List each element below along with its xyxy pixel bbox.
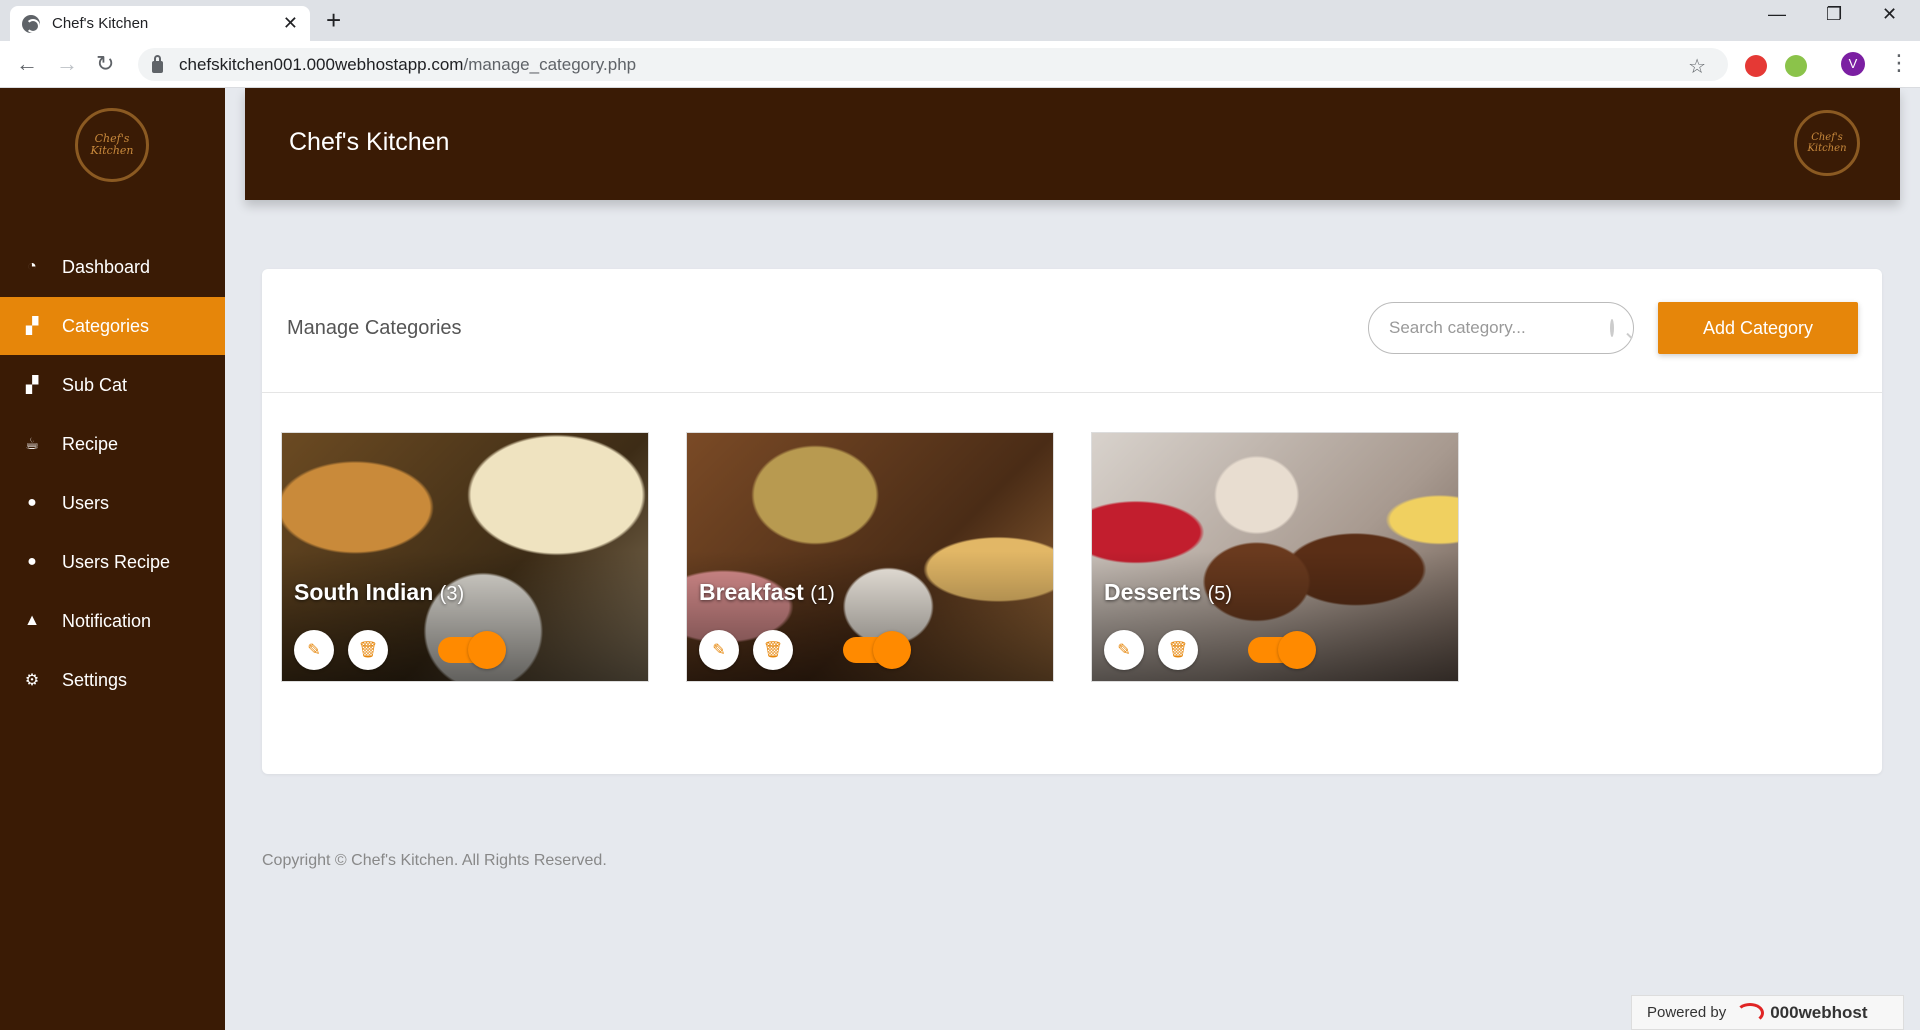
trash-icon[interactable]: 🗑 (348, 630, 388, 670)
sidebar-item-users[interactable]: ● Users (0, 474, 225, 532)
sidebar-item-label: Recipe (62, 433, 119, 454)
tile-actions: ✎ 🗑 (1104, 630, 1316, 670)
logo-text: Chef's (1811, 132, 1843, 143)
status-toggle[interactable] (843, 631, 911, 669)
sidebar-item-label: Users Recipe (62, 551, 171, 572)
sidebar-item-sub-cat[interactable]: ▞ Sub Cat (0, 356, 225, 414)
sidebar: Chef's Kitchen ◔ Dashboard ▞ Categories … (0, 88, 225, 1030)
tile-actions: ✎ 🗑 (699, 630, 911, 670)
category-count: (1) (810, 583, 835, 605)
powered-by-badge[interactable]: Powered by 000webhost (1631, 995, 1904, 1030)
browser-tab[interactable]: Chef's Kitchen ✕ (10, 6, 310, 41)
address-bar: ← → ↻ chefskitchen001.000webhostapp.com … (0, 41, 1920, 88)
edit-icon[interactable]: ✎ (699, 630, 739, 670)
forward-icon[interactable]: → (56, 51, 78, 77)
search-input[interactable] (1389, 318, 1610, 338)
category-count: (3) (439, 583, 465, 605)
copyright-text: Copyright © Chef's Kitchen. All Rights R… (262, 852, 607, 869)
category-grid: South Indian (3) ✎ 🗑 Breakfast (1) ✎ 🗑 D… (281, 432, 1459, 682)
sidebar-item-label: Users (62, 492, 110, 513)
url-host: chefskitchen001.000webhostapp.com (179, 54, 464, 74)
dashboard-icon: ◔ (27, 258, 37, 275)
url-field[interactable]: chefskitchen001.000webhostapp.com /manag… (138, 48, 1728, 81)
sidebar-menu: ◔ Dashboard ▞ Categories ▞ Sub Cat ☕ Rec… (0, 238, 225, 710)
search-icon[interactable] (1610, 319, 1614, 337)
status-toggle[interactable] (438, 631, 506, 669)
host-name: 000webhost (1770, 1002, 1868, 1022)
users-icon: ● (27, 553, 37, 570)
toggle-knob (468, 631, 506, 669)
close-tab-icon[interactable]: ✕ (283, 13, 298, 34)
logo-text: Kitchen (90, 144, 134, 157)
category-tile[interactable]: Breakfast (1) ✎ 🗑 (686, 432, 1054, 682)
sidebar-item-dashboard[interactable]: ◔ Dashboard (0, 238, 225, 296)
toggle-knob (873, 631, 911, 669)
trash-icon[interactable]: 🗑 (753, 630, 793, 670)
tab-title: Chef's Kitchen (52, 15, 149, 32)
powered-by-label: Powered by (1647, 1004, 1727, 1021)
gear-icon: ⚙ (24, 672, 40, 689)
edit-icon[interactable]: ✎ (294, 630, 334, 670)
lock-icon (152, 54, 163, 73)
brand-title: Chef's Kitchen (289, 128, 450, 156)
browser-menu-icon[interactable]: ⋮ (1888, 50, 1910, 76)
minimize-icon[interactable]: — (1768, 4, 1786, 25)
category-tile[interactable]: South Indian (3) ✎ 🗑 (281, 432, 649, 682)
sitemap-icon: ▞ (25, 318, 39, 335)
card-header: Manage Categories Add Category (262, 269, 1882, 393)
sidebar-item-users-recipe[interactable]: ● Users Recipe (0, 533, 225, 591)
sidebar-item-settings[interactable]: ⚙ Settings (0, 651, 225, 709)
sidebar-item-label: Dashboard (62, 256, 151, 277)
sidebar-item-notification[interactable]: ▲ Notification (0, 592, 225, 650)
close-window-icon[interactable]: ✕ (1882, 4, 1897, 25)
search-box (1368, 302, 1634, 354)
host-logo-icon (1736, 1002, 1765, 1023)
back-icon[interactable]: ← (16, 51, 38, 77)
logo: Chef's Kitchen (75, 108, 149, 182)
edit-icon[interactable]: ✎ (1104, 630, 1144, 670)
categories-card: Manage Categories Add Category South Ind… (262, 269, 1882, 774)
extension-icon[interactable] (1785, 55, 1807, 77)
category-tile[interactable]: Desserts (5) ✎ 🗑 (1091, 432, 1459, 682)
profile-avatar[interactable]: V (1841, 52, 1865, 76)
tile-actions: ✎ 🗑 (294, 630, 506, 670)
header-logo: Chef's Kitchen (1794, 110, 1860, 176)
sidebar-item-label: Sub Cat (62, 374, 128, 395)
new-tab-button[interactable]: + (326, 6, 341, 34)
extension-icon[interactable] (1745, 55, 1767, 77)
globe-icon (22, 14, 40, 33)
category-name: Desserts (5) (1104, 579, 1233, 605)
logo-text: Kitchen (1807, 143, 1847, 154)
status-toggle[interactable] (1248, 631, 1316, 669)
url-path: /manage_category.php (463, 54, 637, 74)
restore-icon[interactable]: ❐ (1826, 4, 1842, 25)
bell-icon: ▲ (24, 612, 40, 629)
reload-icon[interactable]: ↻ (96, 51, 114, 77)
add-category-button[interactable]: Add Category (1658, 302, 1858, 354)
users-icon: ● (27, 494, 37, 511)
sidebar-item-label: Notification (62, 610, 152, 631)
trash-icon[interactable]: 🗑 (1158, 630, 1198, 670)
bookmark-star-icon[interactable]: ☆ (1688, 54, 1706, 79)
toggle-knob (1278, 631, 1316, 669)
sidebar-item-recipe[interactable]: ☕ Recipe (0, 415, 225, 473)
sidebar-item-categories[interactable]: ▞ Categories (0, 297, 225, 355)
browser-tab-bar: Chef's Kitchen ✕ + — ❐ ✕ (0, 0, 1920, 41)
sidebar-item-label: Settings (62, 669, 128, 690)
category-name: South Indian (3) (294, 579, 465, 605)
sidebar-item-label: Categories (62, 315, 150, 336)
page-title: Manage Categories (287, 317, 462, 339)
sitemap-icon: ▞ (25, 377, 39, 394)
category-count: (5) (1207, 583, 1233, 605)
top-header: Chef's Kitchen Chef's Kitchen (245, 88, 1900, 200)
category-name: Breakfast (1) (699, 579, 835, 605)
coffee-icon: ☕ (24, 436, 40, 453)
